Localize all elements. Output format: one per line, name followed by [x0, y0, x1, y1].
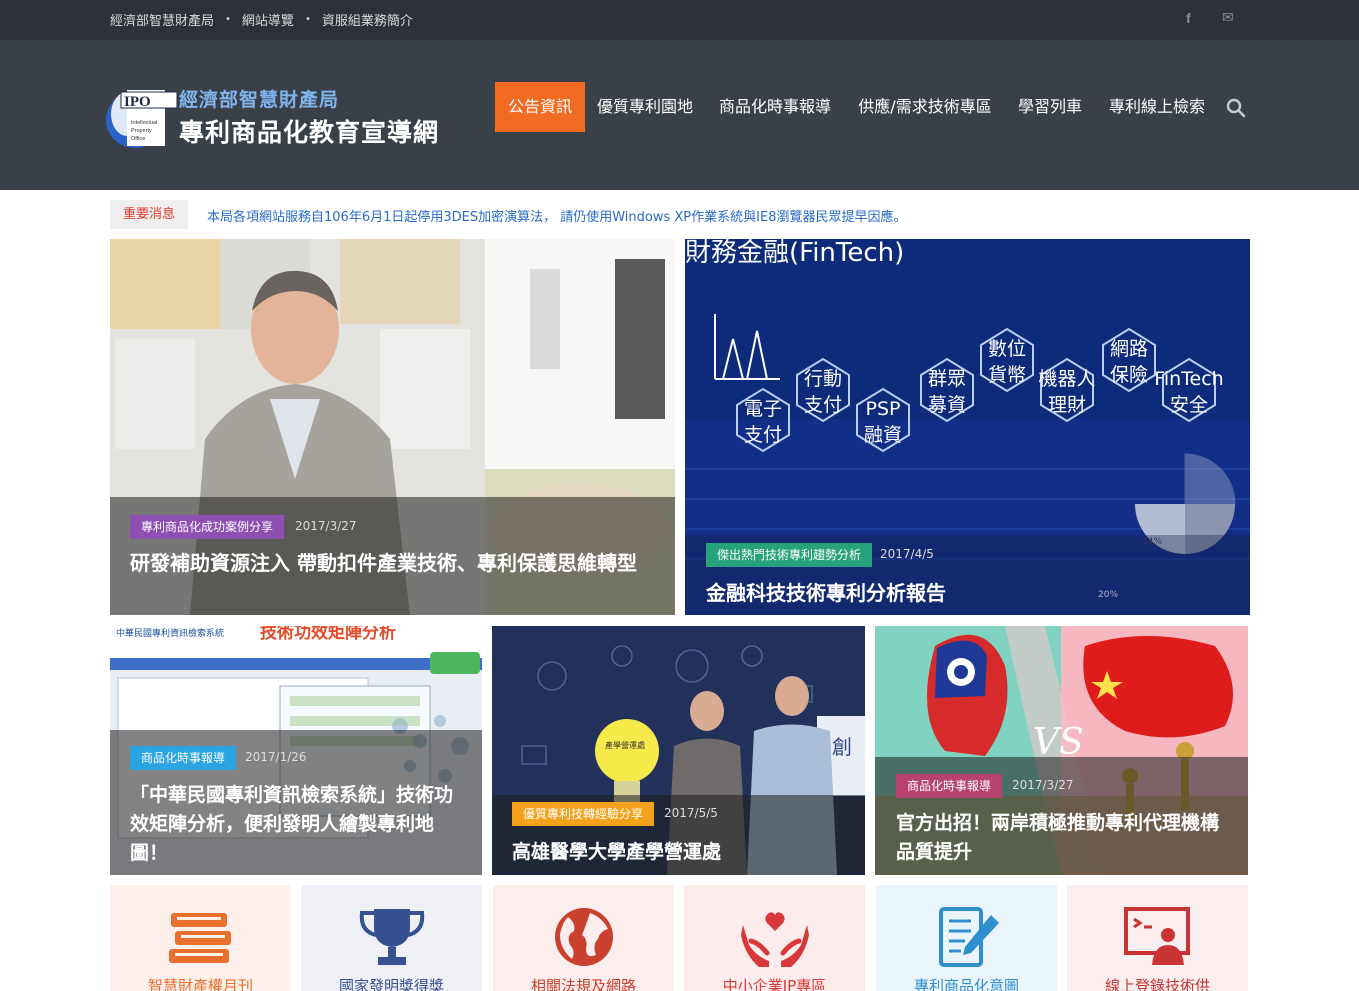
featured-card[interactable]: 專利商品化成功案例分享 2017/3/27 研發補助資源注入 帶動扣件產業技術、…: [110, 239, 675, 615]
news-card[interactable]: 中華民國專利資訊檢索系統 技術功效矩陣分析 商品化時事報導 2017/1/26 …: [110, 626, 482, 875]
svg-text:理財: 理財: [1048, 394, 1086, 416]
svg-text:貨幣: 貨幣: [988, 364, 1026, 386]
category-tag[interactable]: 傑出熱門技術專利趨勢分析: [706, 543, 873, 567]
top-bar: 經濟部智慧財產局 • 網站導覽 • 資服組業務簡介 f ✉: [0, 0, 1359, 40]
nav-patent-search[interactable]: 專利線上檢索: [1095, 82, 1219, 132]
nav-quality-patents[interactable]: 優質專利園地: [585, 82, 705, 132]
svg-text:Property: Property: [131, 128, 152, 134]
category-tag[interactable]: 商品化時事報導: [130, 746, 237, 770]
card-title[interactable]: 金融科技技術專利分析報告: [706, 579, 1226, 608]
tile-commercialization-intent[interactable]: 專利商品化意圖: [876, 885, 1057, 991]
books-icon: [168, 913, 231, 963]
svg-text:PSP: PSP: [866, 398, 901, 420]
nav-announcements[interactable]: 公告資訊: [495, 82, 585, 132]
post-date: 2017/1/26: [245, 750, 307, 764]
svg-text:安全: 安全: [1170, 394, 1208, 416]
tile-label: 專利商品化意圖: [913, 977, 1019, 991]
card-title[interactable]: 官方出招！兩岸積極推動專利代理機構品質提升: [896, 809, 1236, 867]
category-tag[interactable]: 專利商品化成功案例分享: [130, 515, 285, 539]
nav-supply-demand[interactable]: 供應/需求技術專區: [845, 82, 1005, 132]
svg-text:Office: Office: [131, 136, 145, 142]
top-link-ipo[interactable]: 經濟部智慧財產局: [110, 10, 214, 29]
nav-learning[interactable]: 學習列車: [1005, 82, 1095, 132]
svg-text:電子: 電子: [744, 398, 782, 420]
svg-text:機器人: 機器人: [1038, 368, 1095, 390]
svg-text:支付: 支付: [804, 394, 842, 416]
category-tag[interactable]: 優質專利技轉經驗分享: [512, 802, 655, 826]
tile-label: 相關法規及網路: [530, 977, 636, 991]
screenshot-heading: 技術功效矩陣分析: [260, 626, 396, 643]
sign-text: 創: [832, 735, 852, 759]
tile-invention-award[interactable]: 國家發明獎得獎: [301, 885, 482, 991]
category-tag[interactable]: 商品化時事報導: [896, 774, 1003, 798]
tile-sme-ip[interactable]: 中小企業IP專區: [684, 885, 865, 991]
logo-line-1: 經濟部智慧財產局: [179, 89, 340, 111]
svg-text:Intellectual: Intellectual: [131, 120, 157, 126]
svg-text:群眾: 群眾: [928, 368, 966, 390]
logo-line-2: 專利商品化教育宣導網: [179, 118, 440, 147]
news-card[interactable]: 創 產學營運處 優質專利技轉經驗分享 2017/5/5 高雄醫學大學產學營運處: [492, 626, 865, 875]
svg-text:募資: 募資: [928, 394, 966, 416]
tile-label: 智慧財產權月刊: [147, 977, 253, 991]
ipo-globe-logo: IPO Intellectual Property Office: [106, 90, 177, 148]
post-date: 2017/3/27: [295, 519, 357, 533]
svg-text:融資: 融資: [864, 424, 902, 446]
facebook-icon[interactable]: f: [1186, 10, 1191, 26]
news-label: 重要消息: [110, 200, 188, 229]
svg-text:FinTech: FinTech: [1154, 368, 1223, 390]
bulb-text: 產學營運處: [605, 740, 645, 750]
top-link-separator: •: [225, 14, 231, 25]
news-text[interactable]: 本局各項網站服務自106年6月1日起停用3DES加密演算法， 請仍使用Windo…: [207, 206, 906, 225]
heart-hands-icon: [740, 912, 809, 967]
top-link-separator: •: [304, 14, 311, 25]
svg-text:行動: 行動: [804, 368, 842, 390]
search-icon[interactable]: [1226, 98, 1246, 118]
tile-online-registration[interactable]: 線上登錄技術供: [1067, 885, 1248, 991]
svg-text:保險: 保險: [1110, 364, 1148, 386]
tile-ip-monthly[interactable]: 智慧財產權月刊: [110, 885, 291, 991]
tile-label: 線上登錄技術供: [1104, 977, 1210, 991]
news-card[interactable]: VS 商品化時事報導 2017/3/27 官方出招！兩岸積極推動專利代理機構品質…: [875, 626, 1248, 875]
post-date: 2017/5/5: [664, 806, 718, 820]
card-title[interactable]: 「中華民國專利資訊檢索系統」技術功效矩陣分析，便利發明人繪製專利地圖！: [130, 781, 470, 868]
logo-badge: IPO: [124, 94, 151, 110]
top-link-services[interactable]: 資服組業務簡介: [322, 10, 413, 29]
globe-icon: [554, 908, 613, 966]
site-logo[interactable]: IPO Intellectual Property Office 經濟部智慧財產…: [105, 80, 480, 150]
svg-text:網路: 網路: [1110, 338, 1148, 360]
tile-regulations[interactable]: 相關法規及網路: [493, 885, 674, 991]
top-links: 經濟部智慧財產局 • 網站導覽 • 資服組業務簡介: [110, 10, 413, 29]
svg-text:支付: 支付: [744, 424, 782, 446]
card-title[interactable]: 高雄醫學大學產學營運處: [512, 838, 852, 867]
trophy-icon: [359, 909, 424, 965]
fintech-heading: 財務金融(FinTech): [685, 239, 904, 268]
tile-label: 中小企業IP專區: [722, 977, 827, 991]
featured-card[interactable]: 財務金融(FinTech) 電子 支付 行動 支付 PSP 融資 群眾 募資 數位 貨幣 …: [685, 239, 1250, 615]
mail-icon[interactable]: ✉: [1222, 10, 1234, 26]
system-name: 中華民國專利資訊檢索系統: [116, 627, 224, 639]
document-pen-icon: [938, 907, 999, 967]
post-date: 2017/3/27: [1012, 778, 1074, 792]
nav-commercialization-news[interactable]: 商品化時事報導: [705, 82, 845, 132]
presenter-icon: [1123, 907, 1190, 965]
svg-text:數位: 數位: [988, 338, 1026, 360]
post-date: 2017/4/5: [880, 547, 934, 561]
card-title[interactable]: 研發補助資源注入 帶動扣件產業技術、專利保護思維轉型: [130, 549, 650, 578]
top-link-sitemap[interactable]: 網站導覽: [242, 10, 294, 29]
tile-label: 國家發明獎得獎: [338, 977, 444, 991]
